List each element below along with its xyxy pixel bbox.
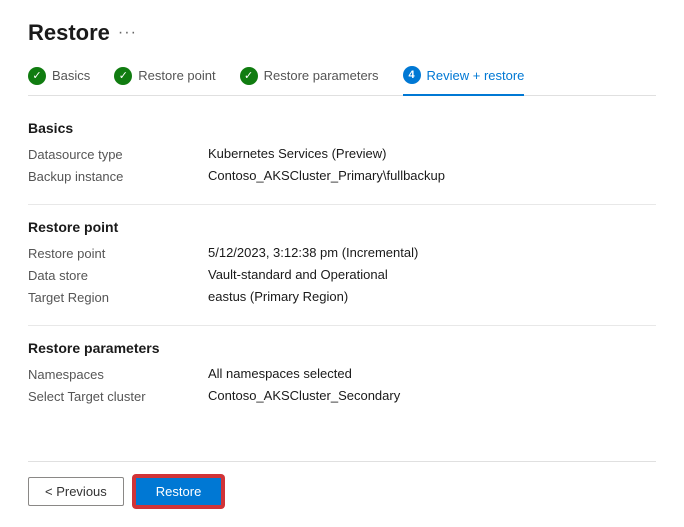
- field-backup-instance-label: Backup instance: [28, 168, 208, 184]
- basics-section: Basics Datasource type Kubernetes Servic…: [28, 120, 656, 184]
- step-restore-point-icon: ✓: [114, 67, 132, 85]
- field-target-cluster-value: Contoso_AKSCluster_Secondary: [208, 388, 400, 403]
- footer: < Previous Restore: [28, 461, 656, 507]
- restore-parameters-section-title: Restore parameters: [28, 340, 656, 356]
- field-namespaces-label: Namespaces: [28, 366, 208, 382]
- step-review-restore-icon: 4: [403, 66, 421, 84]
- field-target-region-value: eastus (Primary Region): [208, 289, 348, 304]
- step-basics[interactable]: ✓ Basics: [28, 67, 90, 95]
- page-container: Restore ··· ✓ Basics ✓ Restore point ✓ R…: [0, 0, 684, 527]
- previous-button[interactable]: < Previous: [28, 477, 124, 506]
- step-restore-parameters[interactable]: ✓ Restore parameters: [240, 67, 379, 95]
- field-namespaces: Namespaces All namespaces selected: [28, 366, 656, 382]
- field-restore-point-value: 5/12/2023, 3:12:38 pm (Incremental): [208, 245, 418, 260]
- field-target-cluster: Select Target cluster Contoso_AKSCluster…: [28, 388, 656, 404]
- basics-section-title: Basics: [28, 120, 656, 136]
- field-restore-point-label: Restore point: [28, 245, 208, 261]
- restore-parameters-section: Restore parameters Namespaces All namesp…: [28, 340, 656, 404]
- more-options-button[interactable]: ···: [118, 24, 137, 42]
- wizard-steps: ✓ Basics ✓ Restore point ✓ Restore param…: [28, 66, 656, 96]
- page-header: Restore ···: [28, 20, 656, 46]
- field-datasource-type-label: Datasource type: [28, 146, 208, 162]
- restore-point-section: Restore point Restore point 5/12/2023, 3…: [28, 219, 656, 305]
- step-restore-parameters-label: Restore parameters: [264, 68, 379, 83]
- step-review-restore[interactable]: 4 Review + restore: [403, 66, 525, 96]
- page-title: Restore: [28, 20, 110, 46]
- field-target-region-label: Target Region: [28, 289, 208, 305]
- field-data-store-value: Vault-standard and Operational: [208, 267, 388, 282]
- field-data-store-label: Data store: [28, 267, 208, 283]
- field-target-region: Target Region eastus (Primary Region): [28, 289, 656, 305]
- field-data-store: Data store Vault-standard and Operationa…: [28, 267, 656, 283]
- restore-button[interactable]: Restore: [134, 476, 224, 507]
- step-restore-point-label: Restore point: [138, 68, 215, 83]
- restore-point-section-title: Restore point: [28, 219, 656, 235]
- step-restore-point[interactable]: ✓ Restore point: [114, 67, 215, 95]
- field-datasource-type-value: Kubernetes Services (Preview): [208, 146, 386, 161]
- field-datasource-type: Datasource type Kubernetes Services (Pre…: [28, 146, 656, 162]
- divider-2: [28, 325, 656, 326]
- field-backup-instance-value: Contoso_AKSCluster_Primary\fullbackup: [208, 168, 445, 183]
- step-basics-label: Basics: [52, 68, 90, 83]
- field-restore-point: Restore point 5/12/2023, 3:12:38 pm (Inc…: [28, 245, 656, 261]
- field-backup-instance: Backup instance Contoso_AKSCluster_Prima…: [28, 168, 656, 184]
- content-area: Basics Datasource type Kubernetes Servic…: [28, 120, 656, 461]
- step-basics-icon: ✓: [28, 67, 46, 85]
- step-review-restore-label: Review + restore: [427, 68, 525, 83]
- field-namespaces-value: All namespaces selected: [208, 366, 352, 381]
- step-restore-parameters-icon: ✓: [240, 67, 258, 85]
- divider-1: [28, 204, 656, 205]
- field-target-cluster-label: Select Target cluster: [28, 388, 208, 404]
